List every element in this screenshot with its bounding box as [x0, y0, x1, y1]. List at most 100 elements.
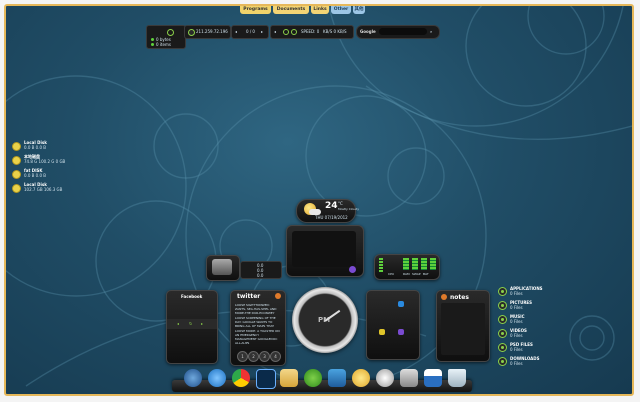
page-button[interactable]: 3 — [259, 351, 270, 362]
photoshop-icon[interactable] — [256, 369, 276, 389]
tab-other[interactable]: Other — [331, 6, 351, 14]
page-button[interactable]: 1 — [237, 351, 248, 362]
drive-info: 0.0 B 0.0 B — [24, 173, 47, 178]
library-count: 0 Files — [510, 305, 523, 310]
library-item[interactable]: APPLICATIONS 0 Files — [498, 286, 578, 300]
sun-app-icon[interactable] — [352, 369, 370, 387]
app-icon[interactable] — [398, 329, 404, 335]
prev-icon[interactable]: ◂ — [177, 321, 179, 326]
app-icon[interactable] — [398, 301, 404, 307]
search-logo: Google — [360, 29, 376, 34]
music-icon — [498, 315, 507, 324]
start-orb-icon[interactable] — [184, 369, 202, 387]
drive-item[interactable]: Local Disk 102.7 GB 106.3 GB — [12, 182, 72, 204]
drive-icon — [12, 184, 21, 193]
library-item[interactable]: VIDEOS 0 Files — [498, 328, 578, 342]
next-icon[interactable]: ▸ — [261, 29, 263, 34]
twitter-settings-icon[interactable] — [275, 293, 281, 299]
psd-icon — [498, 343, 507, 352]
weather-gadget[interactable]: 24 °C Mostly Cloudy THU 07/19/2012 — [296, 199, 359, 223]
meter-label: BAT — [423, 272, 429, 276]
tweet: LOOSE MODE: A TOASTER ON AN EMERGENCY MA… — [235, 329, 280, 345]
prev-icon[interactable]: ◂ — [235, 29, 237, 34]
clock-app-icon[interactable] — [376, 369, 394, 387]
photo-gadget[interactable] — [286, 225, 364, 277]
library-count: 0 Files — [510, 347, 523, 352]
app-grid-gadget[interactable] — [366, 290, 420, 360]
library-item[interactable]: MUSIC 0 Files — [498, 314, 578, 328]
facebook-gadget[interactable]: Facebook ◂ ↻ ▸ — [166, 290, 218, 364]
network-icon[interactable] — [400, 369, 418, 387]
folder-icon — [498, 287, 507, 296]
recycle-status-panel: 0 bytes 0 items — [146, 25, 186, 49]
notes-icon — [441, 294, 447, 300]
notes-title: notes — [450, 294, 469, 301]
library-item[interactable]: PICTURES 0 Files — [498, 300, 578, 314]
tab-links[interactable]: Links — [311, 6, 329, 14]
next-icon[interactable]: ▸ — [201, 321, 203, 326]
refresh-icon[interactable]: ↻ — [189, 321, 192, 326]
tweet: LOOSE SCREENING OF THE DAY: GOOGLE WANTS… — [235, 316, 276, 328]
ip-panel: 211.259.72.196 — [184, 25, 231, 39]
internet-explorer-icon[interactable] — [208, 369, 226, 387]
meter-label: CPU — [388, 272, 395, 276]
meter-bar — [430, 258, 436, 270]
facebook-nav: ◂ ↻ ▸ — [167, 319, 217, 329]
tweet: LOOSE SIGHTTONWED: ZANTS, SEA-HAS-SHEL A… — [235, 303, 277, 315]
gadget-screen — [212, 259, 232, 275]
analog-clock[interactable]: PM — [292, 287, 358, 353]
ip-address: 211.259.72.196 — [196, 29, 228, 34]
chrome-icon[interactable] — [232, 369, 250, 387]
library-count: 0 Files — [510, 333, 523, 338]
stop-icon[interactable] — [291, 29, 297, 35]
drive-icon — [12, 170, 21, 179]
drive-icon — [12, 156, 21, 165]
pictures-icon — [498, 301, 507, 310]
refresh-icon[interactable] — [283, 29, 289, 35]
drive-icon — [12, 142, 21, 151]
library-item[interactable]: DOWNLOADS 0 Files — [498, 356, 578, 370]
calendar-icon[interactable] — [424, 369, 442, 387]
twitter-logo: twitter — [237, 293, 261, 300]
back-icon[interactable]: ◂ — [274, 29, 276, 34]
virtualbox-icon[interactable] — [328, 369, 346, 387]
drive-info: 102.7 GB 106.3 GB — [24, 187, 63, 192]
weather-temp: 24 — [325, 201, 338, 211]
facebook-title: Facebook — [181, 294, 203, 299]
status-line: 0 items — [151, 42, 171, 47]
gadget-settings-icon[interactable] — [349, 266, 356, 273]
speed-label: SPEED: 0 — [301, 29, 320, 34]
library-count: 0 Files — [510, 291, 523, 296]
twitter-gadget[interactable]: twitter LOOSE SIGHTTONWED: ZANTS, SEA-HA… — [230, 290, 286, 366]
tab-other-cn[interactable]: 其他 — [353, 6, 365, 14]
app-icon[interactable] — [379, 329, 385, 335]
page-button[interactable]: 4 — [270, 351, 281, 362]
search-icon[interactable]: ⌕ — [430, 29, 432, 34]
notes-gadget[interactable]: notes — [436, 290, 490, 362]
video-icon — [498, 329, 507, 338]
status-dot-icon — [151, 38, 154, 41]
search-input[interactable] — [379, 28, 427, 35]
library-item[interactable]: PSD FILES 0 Files — [498, 342, 578, 356]
media-panel: ◂ 0 / 0 ▸ — [231, 25, 269, 39]
small-gadget-info: 0.0 0.0 0.0 — [240, 261, 282, 279]
speed-panel: ◂ SPEED: 0 KB/S 0 KB/S — [270, 25, 354, 39]
library-count: 0 Files — [510, 319, 523, 324]
tab-programs[interactable]: Programs — [240, 6, 271, 14]
utorrent-icon[interactable] — [304, 369, 322, 387]
meter-label: RAM — [403, 272, 410, 276]
system-meter-gadget[interactable]: CPU RAM SWAP BAT — [374, 254, 440, 280]
drive-info: 74.8 G 100.2 G 0 GB — [24, 159, 66, 164]
photo-frame — [292, 231, 356, 267]
small-gadget[interactable] — [206, 255, 240, 281]
page-button[interactable]: 2 — [248, 351, 259, 362]
weather-date: THU 07/19/2012 — [315, 215, 348, 220]
refresh-icon[interactable] — [167, 29, 174, 36]
meter-bar — [379, 258, 383, 272]
weather-unit: °C — [338, 201, 343, 206]
notes-text-area[interactable] — [441, 303, 485, 355]
folder-icon[interactable] — [280, 369, 298, 387]
tab-documents[interactable]: Documents — [273, 6, 309, 14]
recycle-bin-icon[interactable] — [448, 369, 466, 387]
search-box[interactable]: Google ⌕ — [356, 25, 440, 39]
